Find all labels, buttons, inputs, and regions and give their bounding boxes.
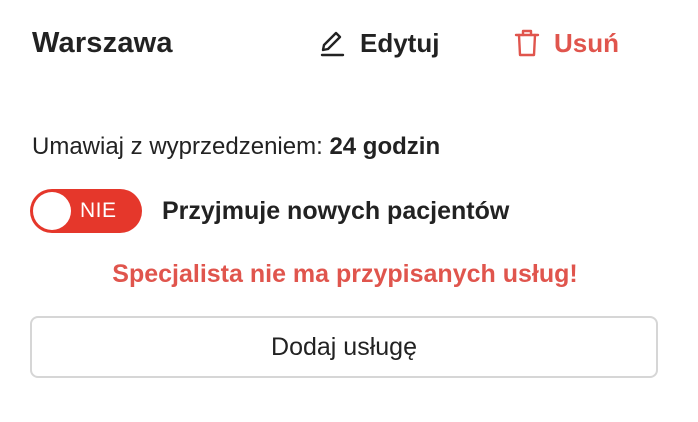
edit-button[interactable]: Edytuj: [318, 24, 439, 62]
no-services-warning: Specjalista nie ma przypisanych usług!: [112, 260, 578, 288]
advance-notice-label: Umawiaj z wyprzedzeniem:: [32, 133, 323, 160]
pencil-icon: [318, 29, 346, 57]
add-service-button[interactable]: Dodaj usługę: [30, 316, 658, 378]
edit-label: Edytuj: [360, 28, 440, 58]
accepting-patients-row: NIE Przyjmuje nowych pacjentów: [30, 189, 509, 233]
accepting-patients-label: Przyjmuje nowych pacjentów: [162, 196, 510, 225]
advance-notice: Umawiaj z wyprzedzeniem: 24 godzin: [32, 130, 440, 164]
toggle-knob: [33, 192, 71, 230]
city-title: Warszawa: [32, 27, 173, 59]
trash-icon: [514, 28, 540, 58]
delete-label: Usuń: [554, 28, 619, 58]
toggle-state-label: NIE: [80, 199, 117, 222]
location-header: Warszawa Edytuj Usuń: [0, 0, 698, 86]
advance-notice-value: 24 godzin: [329, 133, 441, 160]
accepting-patients-toggle[interactable]: NIE: [30, 189, 142, 233]
delete-button[interactable]: Usuń: [514, 24, 619, 62]
